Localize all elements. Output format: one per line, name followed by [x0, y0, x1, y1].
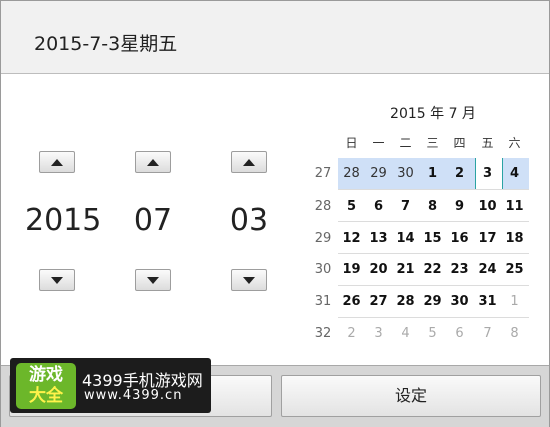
week-number: 30	[314, 262, 332, 277]
year-value[interactable]: 2015	[25, 173, 101, 269]
game-logo-icon: 游戏 大全	[16, 363, 76, 409]
calendar-day[interactable]: 24	[474, 262, 501, 277]
weekday-header: 三	[426, 136, 439, 150]
logo-text-line2: 大全	[29, 386, 63, 406]
week-number: 32	[314, 326, 332, 341]
calendar-day[interactable]: 20	[365, 262, 392, 277]
calendar-day[interactable]: 6	[365, 199, 392, 214]
day-decrement-button[interactable]	[231, 269, 267, 291]
month-decrement-button[interactable]	[135, 269, 171, 291]
arrow-down-icon	[243, 276, 255, 284]
calendar-month-title: 2015 年 7 月	[390, 106, 476, 122]
year-decrement-button[interactable]	[39, 269, 75, 291]
week-number: 28	[314, 199, 332, 214]
calendar-day[interactable]: 27	[365, 294, 392, 309]
calendar-day[interactable]: 14	[392, 231, 419, 246]
calendar-day-next-month[interactable]: 8	[501, 326, 528, 341]
calendar-day[interactable]: 25	[501, 262, 528, 277]
calendar-day[interactable]: 15	[419, 231, 446, 246]
calendar-day[interactable]: 11	[501, 199, 528, 214]
calendar-day[interactable]: 30	[392, 166, 419, 181]
year-spinner: 2015	[25, 151, 101, 291]
calendar-day-next-month[interactable]: 1	[501, 294, 528, 309]
weekday-header: 六	[508, 136, 521, 150]
calendar-day[interactable]: 26	[338, 294, 365, 309]
calendar-day[interactable]: 13	[365, 231, 392, 246]
arrow-up-icon	[51, 158, 63, 166]
year-increment-button[interactable]	[39, 151, 75, 173]
calendar-day-selected[interactable]: 3	[474, 166, 501, 181]
dialog-title: 2015-7-3星期五	[34, 33, 178, 55]
weekday-header: 二	[399, 136, 412, 150]
calendar-day[interactable]: 28	[338, 166, 365, 181]
calendar-day-next-month[interactable]: 3	[365, 326, 392, 341]
calendar-day[interactable]: 12	[338, 231, 365, 246]
weekday-header: 一	[372, 136, 385, 150]
calendar-day[interactable]: 2	[446, 166, 473, 181]
calendar-day[interactable]: 8	[419, 199, 446, 214]
calendar-day[interactable]: 1	[419, 166, 446, 181]
site-watermark: 游戏 大全 4399手机游戏网 www.4399.cn	[10, 358, 211, 413]
watermark-url: www.4399.cn	[84, 388, 183, 403]
weekday-header: 四	[453, 136, 466, 150]
calendar-day-next-month[interactable]: 2	[338, 326, 365, 341]
calendar-day[interactable]: 10	[474, 199, 501, 214]
arrow-down-icon	[51, 276, 63, 284]
calendar-day-next-month[interactable]: 7	[474, 326, 501, 341]
weekday-header: 日	[345, 136, 358, 150]
calendar-day[interactable]: 23	[446, 262, 473, 277]
day-value[interactable]: 03	[217, 173, 281, 269]
calendar-day-next-month[interactable]: 6	[446, 326, 473, 341]
weekday-header: 五	[481, 136, 494, 150]
month-increment-button[interactable]	[135, 151, 171, 173]
calendar-day-next-month[interactable]: 5	[419, 326, 446, 341]
set-button[interactable]: 设定	[281, 375, 541, 417]
calendar-day[interactable]: 9	[446, 199, 473, 214]
calendar-day[interactable]: 18	[501, 231, 528, 246]
calendar-day[interactable]: 21	[392, 262, 419, 277]
week-number: 27	[314, 166, 332, 181]
dialog-title-bar: 2015-7-3星期五	[1, 1, 549, 74]
calendar-day[interactable]: 17	[474, 231, 501, 246]
arrow-up-icon	[243, 158, 255, 166]
calendar-day[interactable]: 31	[474, 294, 501, 309]
week-number: 31	[314, 294, 332, 309]
calendar-day[interactable]: 28	[392, 294, 419, 309]
week-number: 29	[314, 231, 332, 246]
calendar-day[interactable]: 4	[501, 166, 528, 181]
arrow-up-icon	[147, 158, 159, 166]
day-increment-button[interactable]	[231, 151, 267, 173]
calendar-day[interactable]: 7	[392, 199, 419, 214]
day-spinner: 03	[217, 151, 281, 291]
calendar-day-next-month[interactable]: 4	[392, 326, 419, 341]
month-spinner: 07	[121, 151, 185, 291]
calendar-day[interactable]: 29	[419, 294, 446, 309]
calendar-day[interactable]: 30	[446, 294, 473, 309]
logo-text-line1: 游戏	[29, 365, 63, 385]
calendar-day[interactable]: 16	[446, 231, 473, 246]
arrow-down-icon	[147, 276, 159, 284]
calendar-day[interactable]: 29	[365, 166, 392, 181]
calendar-day[interactable]: 19	[338, 262, 365, 277]
calendar-day[interactable]: 22	[419, 262, 446, 277]
calendar-day[interactable]: 5	[338, 199, 365, 214]
month-value[interactable]: 07	[121, 173, 185, 269]
